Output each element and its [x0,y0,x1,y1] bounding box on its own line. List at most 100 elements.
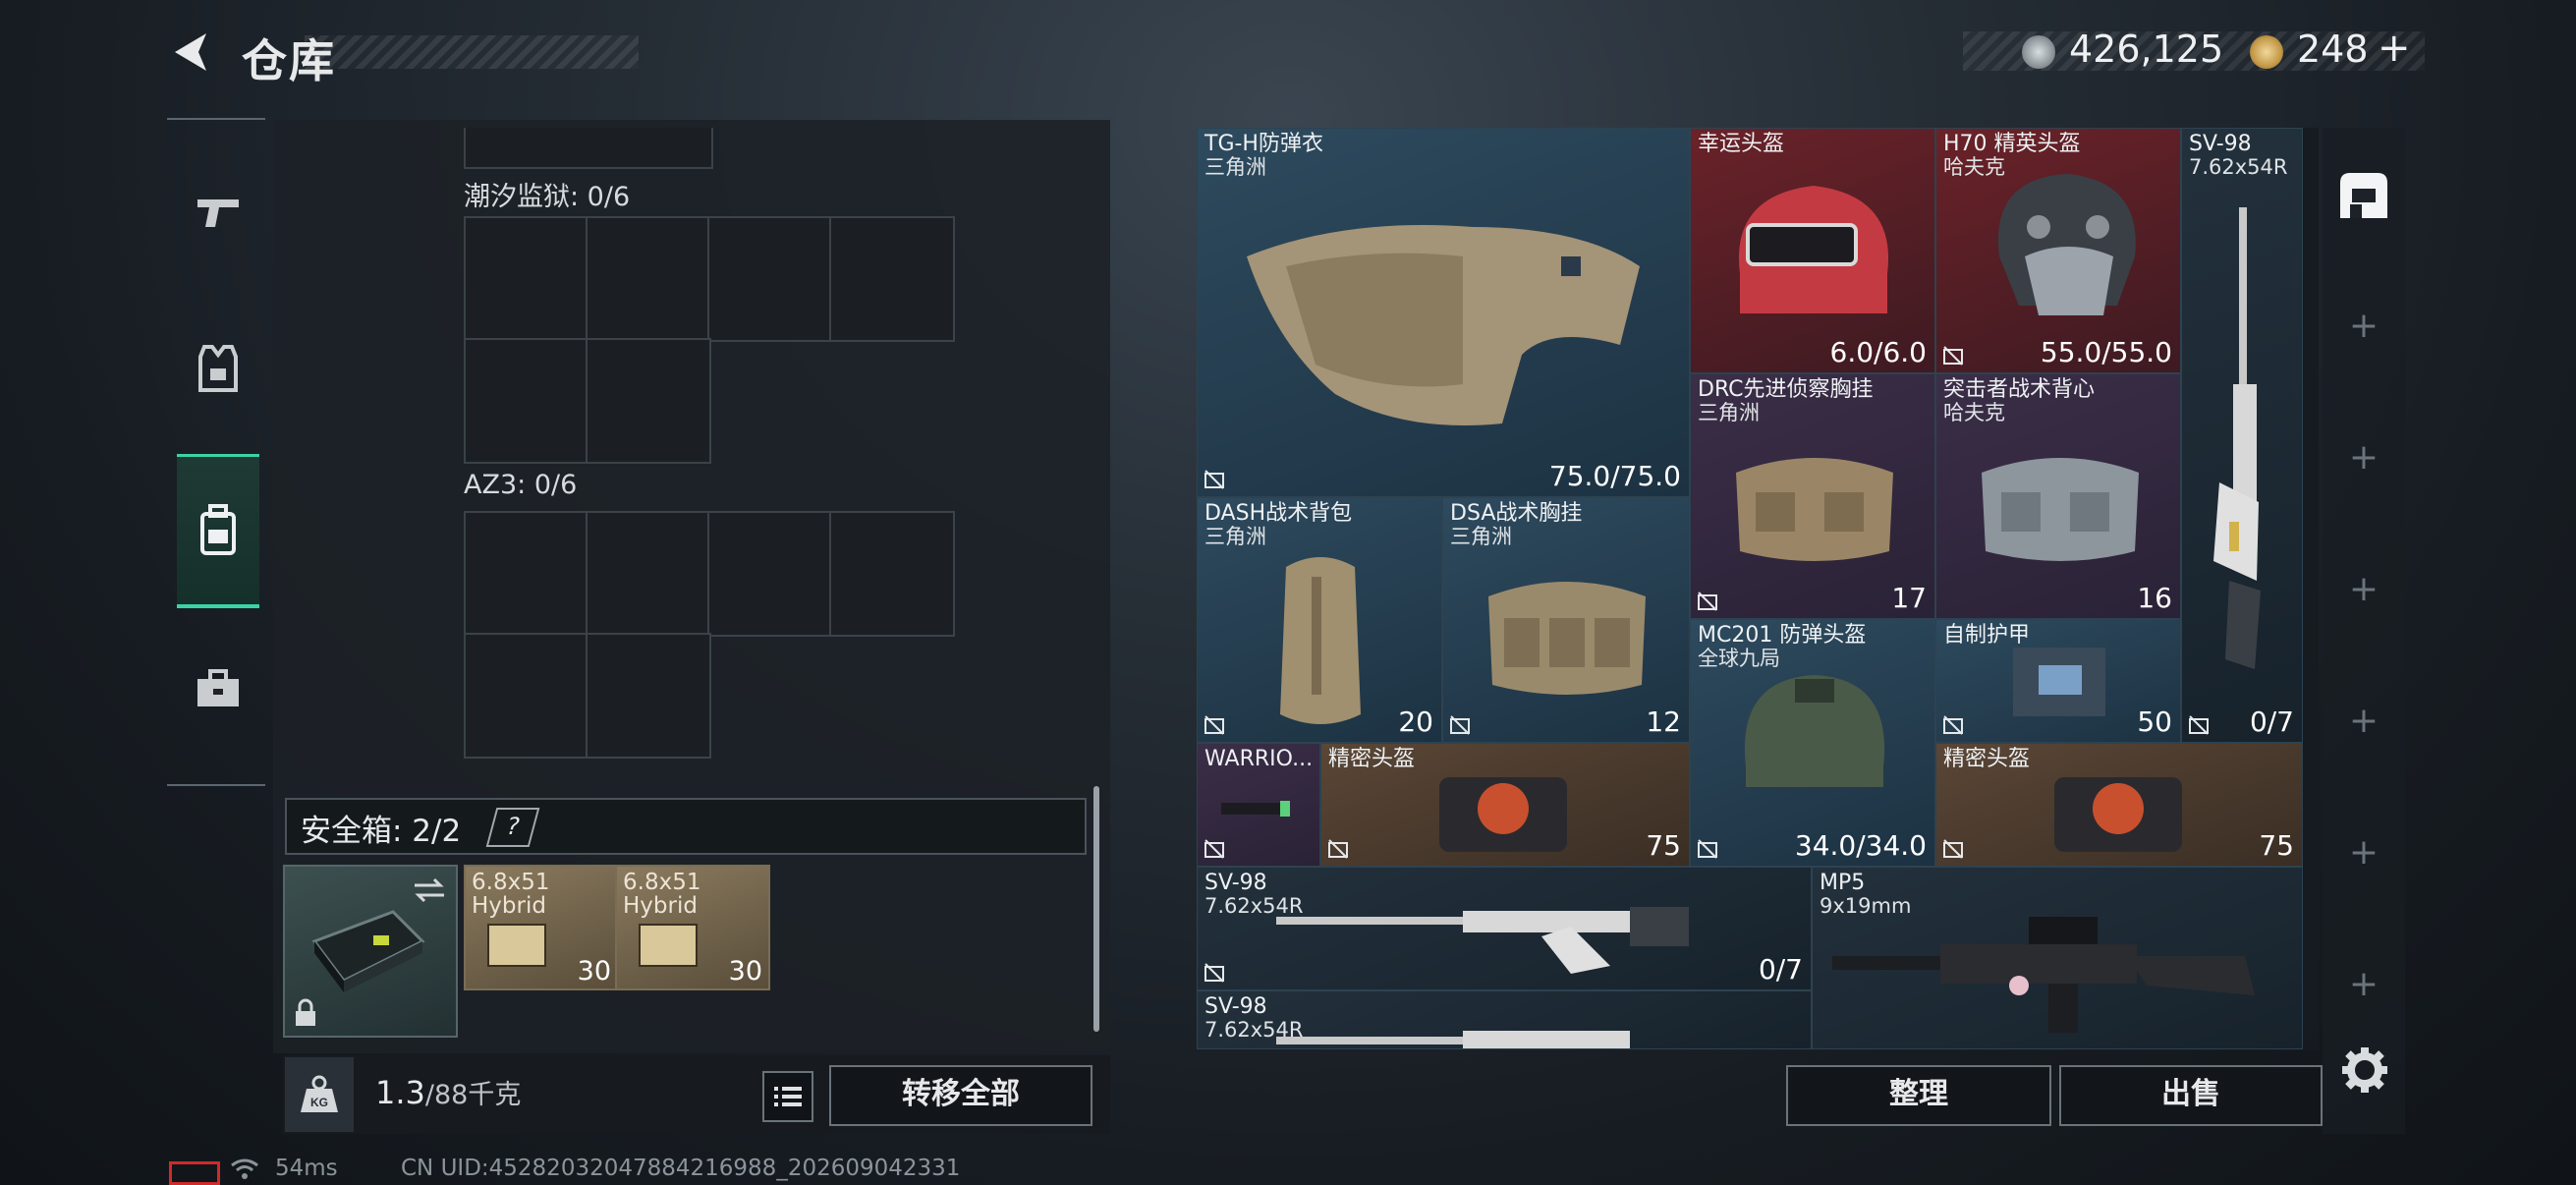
item-name: 精密头盔 [1328,747,1416,771]
tactical-vest-icon [1982,458,2139,561]
no-sell-icon [1943,715,1963,735]
ammo-name: 6.8x51 [623,870,701,895]
helmet-icon [1738,186,1889,313]
body-armor-icon [1247,225,1640,425]
item-armor-value: 50 [2137,705,2172,738]
item-armor-value: 75 [1646,829,1681,862]
item-name: TG-H防弹衣 [1204,132,1323,156]
item-origin: 三角洲 [1698,401,1760,424]
stash-tab-icon[interactable] [2336,169,2391,222]
stash-item-precision-helmet-1[interactable]: 精密头盔 75 [1320,743,1690,867]
item-origin: 三角洲 [1204,155,1266,179]
stash-panel: TG-H防弹衣 三角洲 75.0/75.0 幸运头盔 6.0/6.0 H70 精… [1197,128,2319,1049]
swap-icon[interactable] [413,876,446,904]
sell-button[interactable]: 出售 [2059,1065,2323,1126]
rifle-icon [1276,907,1689,974]
settings-gear-icon[interactable] [2340,1045,2389,1095]
backpack-icon [1280,557,1361,724]
safe-box-label: 安全箱: 2/2 [301,814,462,849]
add-stash-tab-button[interactable]: + [2346,309,2381,344]
helmet-icon [1744,675,1885,787]
stash-item-drc-chest-rig[interactable]: DRC先进侦察胸挂 三角洲 17 [1690,373,1935,619]
no-sell-icon [1204,470,1224,489]
nav-toolbox[interactable] [177,615,259,762]
container-label-az3: AZ3: 0/6 [464,470,578,500]
item-capacity: 12 [1646,705,1681,738]
transfer-all-button[interactable]: 转移全部 [829,1065,1092,1126]
stash-item-precision-helmet-2[interactable]: 精密头盔 75 [1935,743,2303,867]
add-stash-tab-button[interactable]: + [2346,572,2381,607]
chest-rig-icon [1488,582,1646,695]
stash-item-sv98-rifle-2[interactable]: SV-98 7.62x54R 0/7 [1197,867,1812,990]
no-sell-icon [1204,839,1224,859]
container-grid-top [464,128,713,169]
wifi-icon [231,1158,258,1179]
weight-readout: 1.3/88千克 [375,1073,521,1111]
list-icon [774,1087,802,1106]
item-ammo-count: 0/7 [2249,705,2294,738]
stash-item-tg-h-vest[interactable]: TG-H防弹衣 三角洲 75.0/75.0 [1197,128,1690,497]
item-name: 幸运头盔 [1698,132,1785,156]
no-sell-icon [1698,839,1717,859]
nav-backpack[interactable] [177,454,259,608]
back-arrow-icon[interactable] [167,28,216,77]
item-durability: 6.0/6.0 [1829,336,1928,368]
no-sell-icon [2189,715,2209,735]
stash-item-warrior-attachment[interactable]: WARRIO... [1197,743,1320,867]
nav-weapons[interactable] [177,138,259,285]
ping-readout: 54ms [275,1156,338,1181]
nav-armor[interactable] [177,295,259,442]
add-stash-tab-button[interactable]: + [2346,835,2381,871]
stash-item-dsa-chest-rig[interactable]: DSA战术胸挂 三角洲 12 [1442,497,1690,743]
title-stripe [305,35,639,69]
item-capacity: 16 [2137,582,2172,614]
item-durability: 34.0/34.0 [1794,829,1927,862]
ammo-count: 30 [577,956,611,987]
item-name: H70 精英头盔 [1943,132,2081,156]
add-stash-tab-button[interactable]: + [2346,440,2381,476]
rifle-icon [1276,1031,1630,1048]
item-name: 精密头盔 [1943,747,2031,771]
item-name: SV-98 [1204,994,1267,1019]
stash-item-lucky-helmet[interactable]: 幸运头盔 6.0/6.0 [1690,128,1935,373]
add-stash-tab-button[interactable]: + [2346,967,2381,1002]
stash-item-homemade-armor[interactable]: 自制护甲 50 [1935,619,2181,743]
stash-item-h70-helmet[interactable]: H70 精英头盔 哈夫克 55.0/55.0 [1935,128,2181,373]
item-origin: 三角洲 [1204,525,1266,548]
ammo-box-icon [487,924,546,967]
ammo-name: 6.8x51 [472,870,550,895]
container-label-tide-prison: 潮汐监狱: 0/6 [464,182,631,212]
item-name: MC201 防弹头盔 [1698,623,1867,648]
add-currency-button[interactable]: + [2378,26,2411,71]
stash-item-sv98-rifle-3[interactable]: SV-98 7.62x54R [1197,990,1812,1049]
weight-current: 1.3 [375,1074,425,1111]
safe-box-slot[interactable] [283,865,458,1038]
add-stash-tab-button[interactable]: + [2346,704,2381,739]
no-sell-icon [1204,963,1224,983]
safe-box-item-ammo-1[interactable]: 6.8x51 Hybrid 30 [464,865,619,990]
weight-icon: KG [285,1057,354,1132]
item-name: DSA战术胸挂 [1450,501,1583,526]
stash-item-mc201-helmet[interactable]: MC201 防弹头盔 全球九局 34.0/34.0 [1690,619,1935,867]
gold-currency-value: 248 [2297,28,2369,71]
stash-item-dash-backpack[interactable]: DASH战术背包 三角洲 20 [1197,497,1442,743]
item-caliber: 7.62x54R [2189,155,2288,179]
no-sell-icon [1450,715,1470,735]
item-armor-value: 75 [2259,829,2294,862]
stash-item-mp5[interactable]: MP5 9x19mm [1812,867,2303,1049]
safe-box-item-ammo-2[interactable]: 6.8x51 Hybrid 30 [615,865,770,990]
sort-button[interactable]: 整理 [1786,1065,2051,1126]
no-sell-icon [1943,346,1963,366]
inventory-scrollbar[interactable] [1093,786,1099,1032]
item-name: DASH战术背包 [1204,501,1353,526]
ammo-type: Hybrid [472,893,546,919]
item-origin: 三角洲 [1450,525,1512,548]
armor-vest-icon [198,345,238,392]
item-name: SV-98 [1204,871,1267,895]
stash-item-sv98-rifle[interactable]: SV-98 7.62x54R 0/7 [2181,128,2303,743]
item-durability: 75.0/75.0 [1548,460,1681,492]
list-view-button[interactable] [762,1071,813,1122]
no-sell-icon [1204,715,1224,735]
stash-item-raider-vest[interactable]: 突击者战术背心 哈夫克 16 [1935,373,2181,619]
item-name: 突击者战术背心 [1943,377,2096,402]
